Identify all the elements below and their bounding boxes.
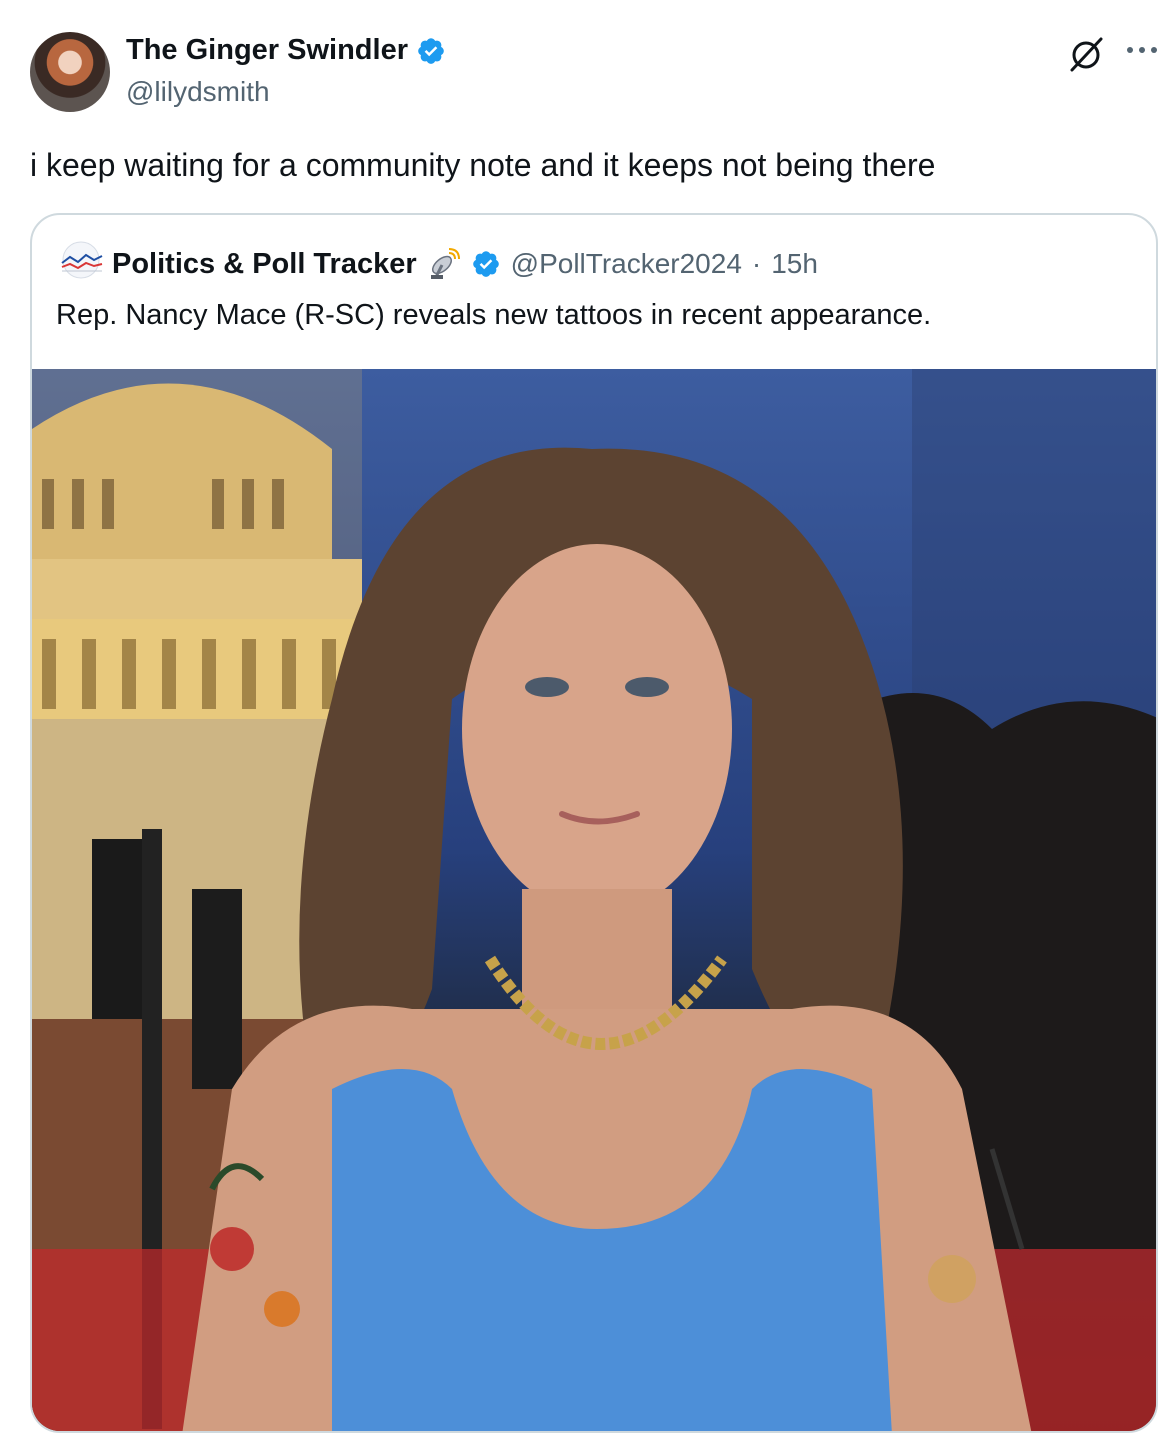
grok-icon[interactable] bbox=[1066, 34, 1106, 74]
author-name[interactable]: The Ginger Swindler bbox=[126, 34, 446, 67]
author-avatar[interactable] bbox=[30, 32, 110, 112]
quoted-author-row: Politics & Poll Tracker @PollTracker2024… bbox=[112, 247, 818, 281]
quoted-author-name[interactable]: Politics & Poll Tracker bbox=[112, 248, 417, 281]
more-options-icon[interactable] bbox=[1124, 38, 1160, 62]
satellite-antenna-icon bbox=[430, 248, 460, 279]
tweet-text: i keep waiting for a community note and … bbox=[30, 147, 936, 183]
quoted-image-illustration bbox=[32, 369, 1156, 1431]
quoted-tweet-card[interactable]: Politics & Poll Tracker @PollTracker2024… bbox=[30, 213, 1158, 1433]
quoted-tweet-image[interactable] bbox=[32, 369, 1156, 1431]
verified-badge-icon bbox=[472, 251, 499, 277]
verified-badge-icon bbox=[418, 37, 444, 64]
quoted-author-handle[interactable]: @PollTracker2024 bbox=[511, 248, 742, 280]
quoted-separator: · bbox=[751, 248, 762, 279]
poll-tracker-logo-icon bbox=[61, 241, 103, 279]
author-handle[interactable]: @lilydsmith bbox=[126, 76, 270, 108]
quoted-tweet-text: Rep. Nancy Mace (R-SC) reveals new tatto… bbox=[56, 299, 932, 331]
author-name-text: The Ginger Swindler bbox=[126, 34, 408, 66]
quoted-timestamp[interactable]: 15h bbox=[771, 248, 818, 280]
